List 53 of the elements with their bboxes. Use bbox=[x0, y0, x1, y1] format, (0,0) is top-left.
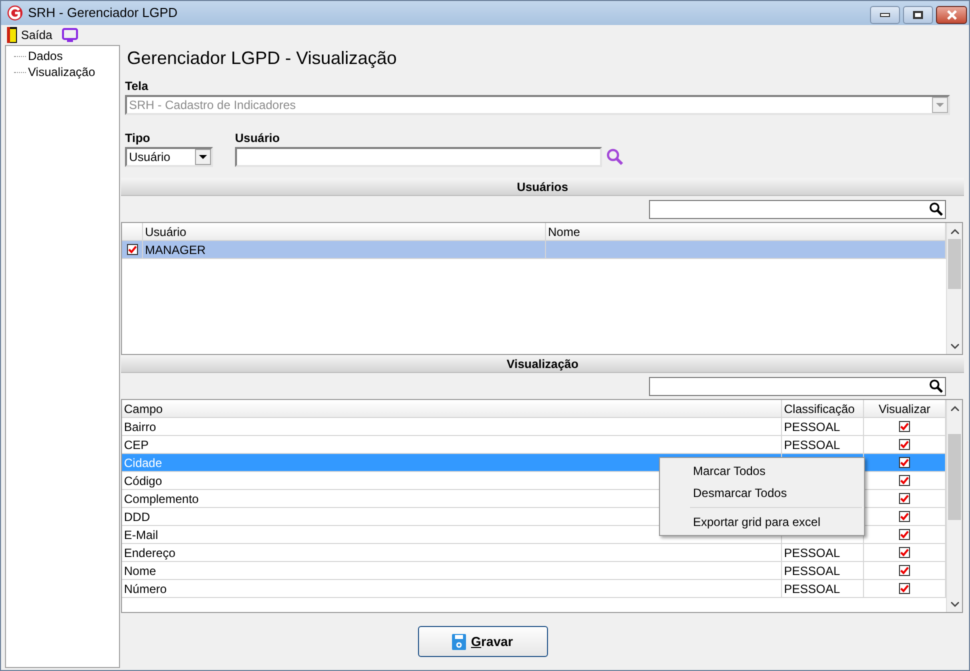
save-button[interactable]: Gravar bbox=[418, 626, 548, 657]
tree-item[interactable]: Dados bbox=[28, 47, 63, 65]
checkbox[interactable] bbox=[899, 547, 910, 558]
user-input-field[interactable] bbox=[235, 147, 602, 167]
maximize-button[interactable] bbox=[903, 6, 933, 24]
door-icon bbox=[7, 27, 17, 43]
checkbox[interactable] bbox=[126, 244, 138, 255]
dropdown-arrow-icon bbox=[199, 155, 207, 159]
search-icon bbox=[929, 379, 943, 393]
minimize-button[interactable] bbox=[870, 6, 900, 24]
scroll-down-icon[interactable] bbox=[950, 344, 958, 348]
exit-menu-item[interactable]: Saída bbox=[7, 26, 52, 44]
section-header: Usuários bbox=[121, 178, 964, 196]
grid-row[interactable]: Número PESSOAL bbox=[122, 580, 946, 598]
search-field[interactable] bbox=[649, 200, 946, 218]
table-cell: PESSOAL bbox=[782, 580, 864, 598]
grid-row[interactable]: CEP PESSOAL bbox=[122, 436, 946, 454]
scroll-down-icon[interactable] bbox=[950, 602, 958, 606]
section-header: Visualização bbox=[121, 355, 964, 373]
app-logo-icon bbox=[7, 5, 23, 21]
close-icon bbox=[946, 10, 958, 20]
table-cell: Número bbox=[122, 580, 782, 598]
checkbox[interactable] bbox=[899, 457, 910, 468]
scroll-up-icon[interactable] bbox=[950, 406, 958, 410]
scrollbar[interactable] bbox=[946, 400, 962, 612]
checkbox[interactable] bbox=[899, 529, 910, 540]
page-heading: Gerenciador LGPD - Visualização bbox=[127, 47, 398, 69]
search-icon[interactable] bbox=[606, 148, 624, 166]
field-label: Tela bbox=[125, 78, 150, 95]
close-button[interactable] bbox=[936, 6, 967, 24]
scrollbar[interactable] bbox=[946, 223, 962, 354]
monitor-icon[interactable] bbox=[62, 28, 78, 42]
checkbox[interactable] bbox=[899, 565, 910, 576]
checkbox[interactable] bbox=[899, 439, 910, 450]
search-field[interactable] bbox=[649, 376, 946, 396]
grid-row[interactable]: Nome PESSOAL bbox=[122, 562, 946, 580]
checkbox[interactable] bbox=[899, 421, 910, 432]
search-icon bbox=[929, 202, 943, 216]
field-label: Usuário bbox=[235, 130, 281, 147]
checkbox[interactable] bbox=[899, 511, 910, 522]
window-title: SRH - Gerenciador LGPD bbox=[28, 4, 178, 22]
dropdown-arrow-icon bbox=[936, 103, 944, 107]
tree-item[interactable]: Visualização bbox=[28, 63, 96, 81]
checkbox[interactable] bbox=[899, 475, 910, 486]
grid-row[interactable]: MANAGER bbox=[122, 241, 946, 259]
checkbox[interactable] bbox=[899, 493, 910, 504]
grid-row[interactable]: Bairro PESSOAL bbox=[122, 418, 946, 436]
scroll-up-icon[interactable] bbox=[950, 228, 958, 234]
table-cell: MANAGER bbox=[143, 241, 546, 259]
field-label: Tipo bbox=[125, 130, 152, 147]
type-dropdown[interactable]: Usuário bbox=[125, 147, 213, 167]
grid-row[interactable]: Endereço PESSOAL bbox=[122, 544, 946, 562]
checkbox[interactable] bbox=[899, 583, 910, 594]
